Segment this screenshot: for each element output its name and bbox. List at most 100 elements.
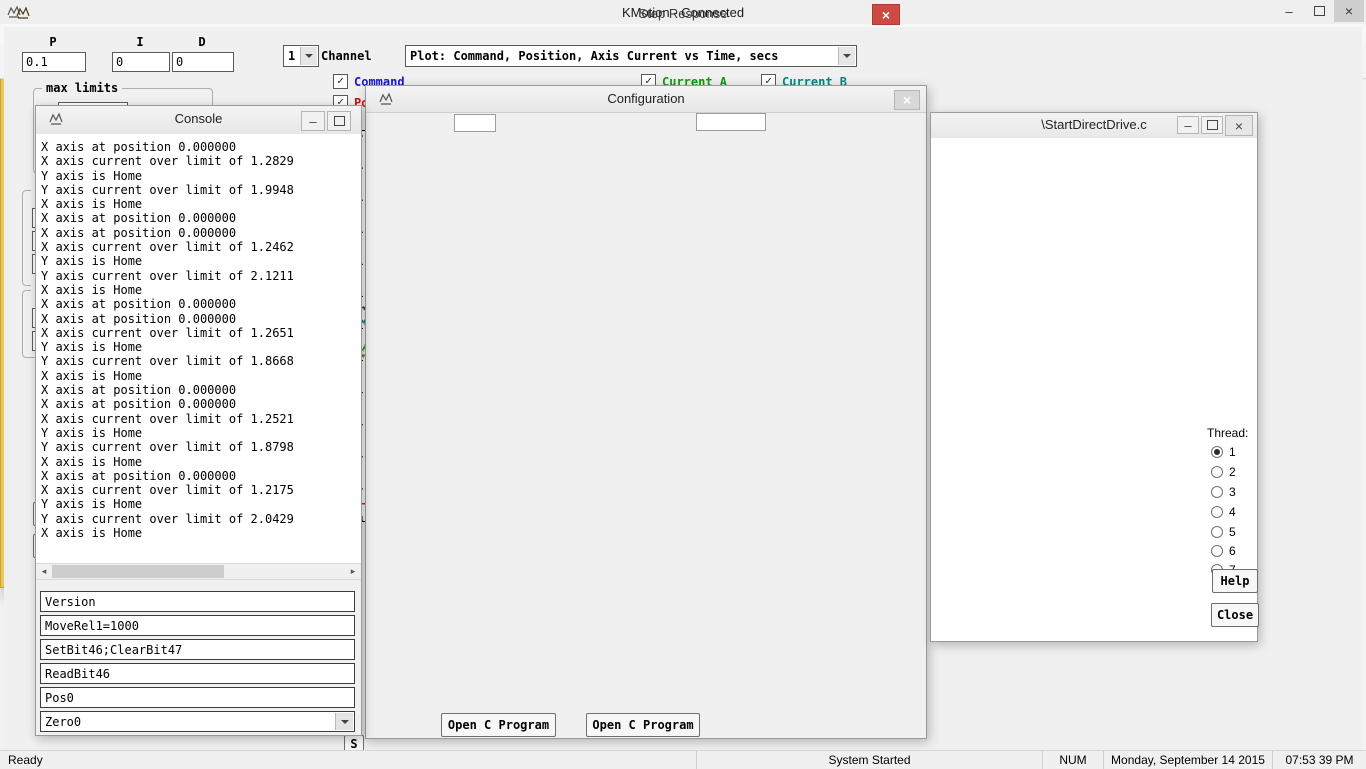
d-label: D xyxy=(172,35,232,49)
configuration-close-button[interactable] xyxy=(894,90,920,110)
step-response-close-button[interactable] xyxy=(872,4,900,25)
command-text: SetBit46;ClearBit47 xyxy=(45,643,182,657)
configuration-titlebar[interactable]: Configuration xyxy=(366,86,926,113)
scrollbar-track[interactable] xyxy=(52,564,345,579)
editor-maximize-button[interactable] xyxy=(1201,116,1223,134)
log-line: X axis current over limit of 1.2462 xyxy=(41,240,356,254)
console-command-input[interactable]: Version xyxy=(40,591,355,612)
log-line: X axis is Home xyxy=(41,197,356,211)
p-input[interactable]: 0.1 xyxy=(22,52,86,72)
thread-radio-label: 3 xyxy=(1229,485,1236,499)
status-bar: Ready System Started NUM Monday, Septemb… xyxy=(0,750,1366,769)
status-time: 07:53 39 PM xyxy=(1272,751,1366,769)
editor-window: \StartDirectDrive.c Thread: 1234567 Help… xyxy=(930,112,1258,642)
console-horizontal-scrollbar[interactable] xyxy=(36,563,361,580)
thread-radio-1[interactable]: 1 xyxy=(1211,445,1236,459)
channel-select[interactable]: 1 xyxy=(283,45,319,67)
scrollbar-thumb[interactable] xyxy=(52,565,224,578)
open-c-program-button[interactable]: Open C Program xyxy=(441,713,556,737)
console-command-input[interactable]: Pos0 xyxy=(40,687,355,708)
channel-value: 1 xyxy=(288,49,295,63)
log-line: Y axis current over limit of 1.9948 xyxy=(41,183,356,197)
chevron-down-icon[interactable] xyxy=(838,47,855,65)
editor-help-button[interactable]: Help xyxy=(1212,569,1258,593)
log-line: X axis at position 0.000000 xyxy=(41,297,356,311)
console-command-input[interactable]: ReadBit46 xyxy=(40,663,355,684)
command-text: Pos0 xyxy=(45,691,74,705)
checkbox-box[interactable]: ✓ xyxy=(333,74,348,89)
editor-content: Thread: 1234567 Help Close xyxy=(931,138,1257,641)
i-input[interactable]: 0 xyxy=(112,52,170,72)
status-system: System Started xyxy=(696,751,1042,769)
log-line: Y axis is Home xyxy=(41,254,356,268)
scroll-right-arrow[interactable] xyxy=(345,564,361,579)
log-line: X axis is Home xyxy=(41,283,356,297)
thread-label: Thread: xyxy=(1207,426,1248,440)
thread-radio-label: 1 xyxy=(1229,445,1236,459)
configuration-window: Configuration Open C Program Open C Prog… xyxy=(365,85,927,739)
editor-minimize-button[interactable] xyxy=(1177,116,1199,134)
thread-radio-3[interactable]: 3 xyxy=(1211,485,1236,499)
i-label: I xyxy=(112,35,168,49)
desktop: { "app": { "title": "KMotion - Connected… xyxy=(0,0,1366,768)
log-line: X axis current over limit of 1.2175 xyxy=(41,483,356,497)
log-line: X axis current over limit of 1.2521 xyxy=(41,412,356,426)
log-line: X axis current over limit of 1.2829 xyxy=(41,154,356,168)
log-line: Y axis current over limit of 2.0429 xyxy=(41,512,356,526)
partial-control xyxy=(696,113,766,131)
command-text: MoveRel1=1000 xyxy=(45,619,139,633)
log-line: X axis at position 0.000000 xyxy=(41,226,356,240)
radio-icon[interactable] xyxy=(1211,526,1223,538)
thread-radio-5[interactable]: 5 xyxy=(1211,525,1236,539)
partial-control xyxy=(454,114,496,132)
console-maximize-button[interactable] xyxy=(327,111,351,131)
status-date: Monday, September 14 2015 xyxy=(1103,751,1272,769)
console-command-combo[interactable]: Zero0 xyxy=(40,711,355,732)
radio-icon[interactable] xyxy=(1211,466,1223,478)
d-input[interactable]: 0 xyxy=(172,52,234,72)
editor-close-action-button[interactable]: Close xyxy=(1211,603,1259,627)
editor-close-button[interactable] xyxy=(1225,115,1253,136)
status-ready: Ready xyxy=(0,751,696,769)
thread-radio-4[interactable]: 4 xyxy=(1211,505,1236,519)
command-text: Zero0 xyxy=(45,715,81,729)
log-line: Y axis is Home xyxy=(41,169,356,183)
open-c-program-button[interactable]: Open C Program xyxy=(586,713,700,737)
thread-radio-label: 4 xyxy=(1229,505,1236,519)
log-line: Y axis is Home xyxy=(41,426,356,440)
max-limits-label: max limits xyxy=(42,81,122,95)
step-response-title: Step Response xyxy=(0,6,1366,21)
chevron-down-icon[interactable] xyxy=(300,47,317,65)
thread-radio-6[interactable]: 6 xyxy=(1211,544,1236,558)
chevron-down-icon[interactable] xyxy=(335,713,353,730)
console-command-input[interactable]: MoveRel1=1000 xyxy=(40,615,355,636)
log-line: X axis is Home xyxy=(41,369,356,383)
log-line: X axis at position 0.000000 xyxy=(41,211,356,225)
log-line: Y axis current over limit of 1.8668 xyxy=(41,354,356,368)
plot-type-select[interactable]: Plot: Command, Position, Axis Current vs… xyxy=(405,45,857,67)
editor-titlebar[interactable]: \StartDirectDrive.c xyxy=(931,113,1257,139)
console-titlebar[interactable]: Console xyxy=(36,106,361,135)
radio-icon[interactable] xyxy=(1211,446,1223,458)
command-text: ReadBit46 xyxy=(45,667,110,681)
log-line: Y axis is Home xyxy=(41,340,356,354)
configuration-title: Configuration xyxy=(366,91,926,106)
log-line: Y axis is Home xyxy=(41,497,356,511)
radio-icon[interactable] xyxy=(1211,545,1223,557)
console-minimize-button[interactable] xyxy=(301,111,325,131)
log-line: X axis at position 0.000000 xyxy=(41,140,356,154)
console-command-input[interactable]: SetBit46;ClearBit47 xyxy=(40,639,355,660)
plot-type-value: Plot: Command, Position, Axis Current vs… xyxy=(410,49,778,63)
log-line: X axis at position 0.000000 xyxy=(41,397,356,411)
console-window: Console X axis at position 0.000000X axi… xyxy=(35,105,362,736)
scroll-left-arrow[interactable] xyxy=(36,564,52,579)
radio-icon[interactable] xyxy=(1211,506,1223,518)
radio-icon[interactable] xyxy=(1211,486,1223,498)
thread-radio-label: 2 xyxy=(1229,465,1236,479)
log-line: X axis is Home xyxy=(41,455,356,469)
thread-radio-2[interactable]: 2 xyxy=(1211,465,1236,479)
log-line: X axis at position 0.000000 xyxy=(41,383,356,397)
log-line: X axis is Home xyxy=(41,526,356,540)
status-num-lock: NUM xyxy=(1042,751,1103,769)
thread-radio-label: 5 xyxy=(1229,525,1236,539)
